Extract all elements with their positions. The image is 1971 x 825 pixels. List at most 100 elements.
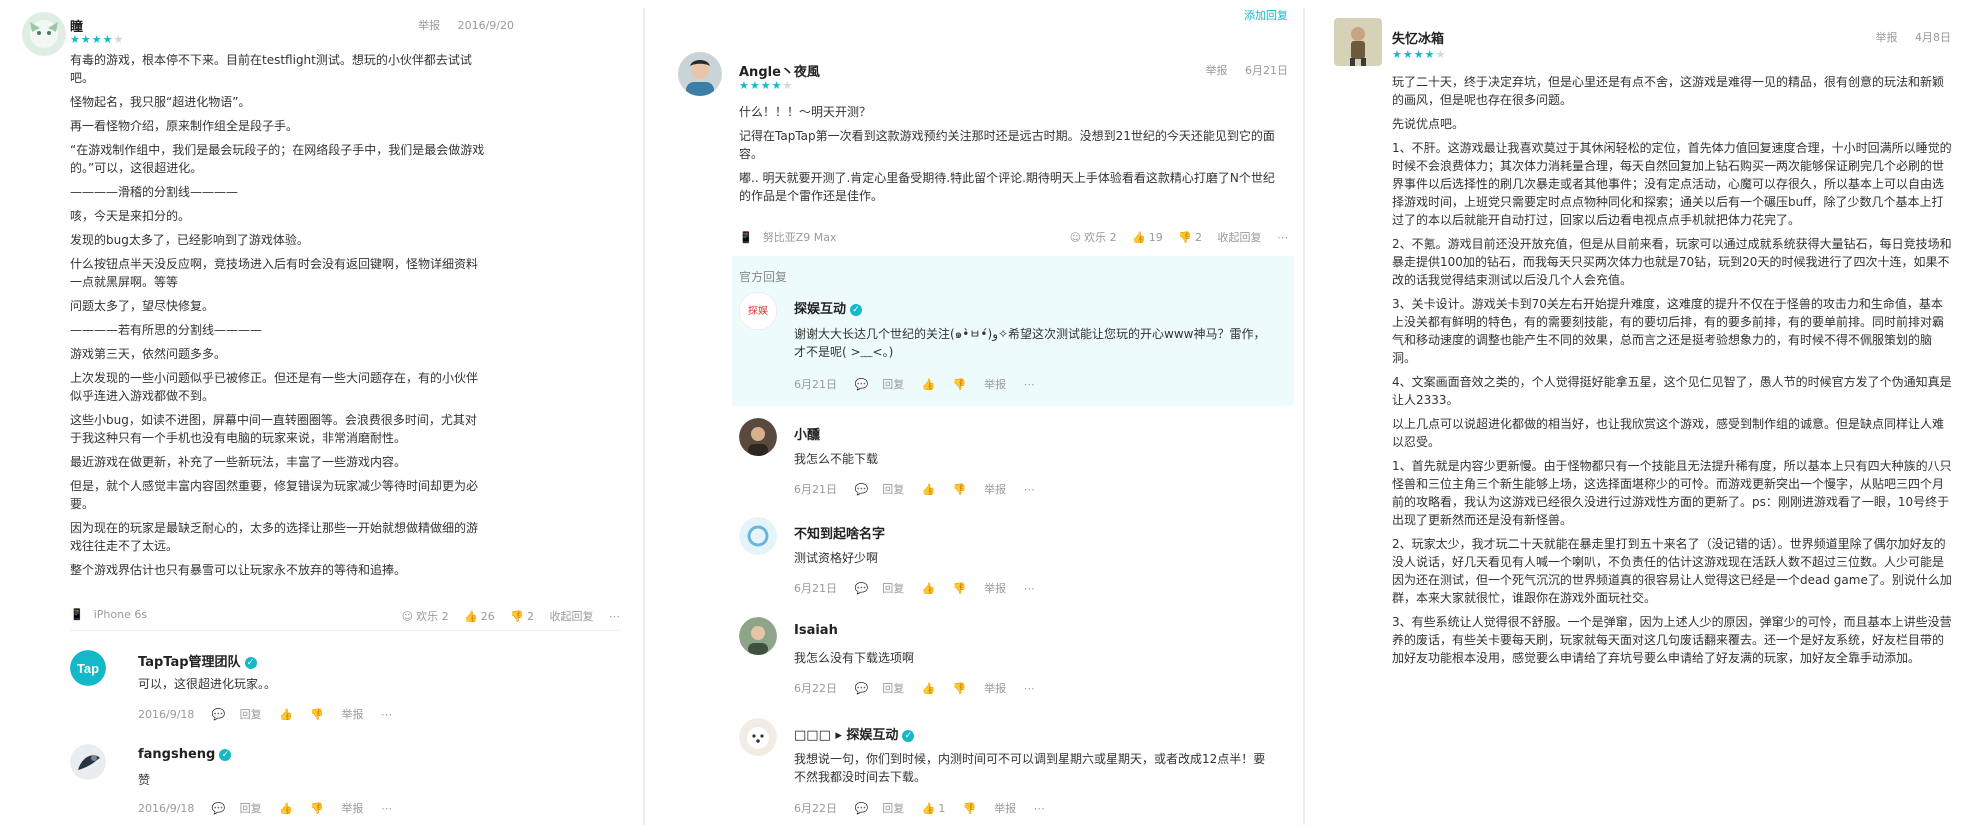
reply-button[interactable]: 💬 回复 (212, 802, 262, 815)
review-column-left: 瞳 ★★★★★ 举报 2016/9/20 有毒的游戏，根本停不下来。目前在tes… (0, 0, 640, 825)
more-icon[interactable]: ⋯ (1024, 582, 1035, 595)
reply-author[interactable]: 小醺 (794, 424, 820, 443)
thumb-down-icon[interactable]: 👎 (310, 708, 324, 721)
more-icon[interactable]: ⋯ (1024, 483, 1035, 496)
review-paragraph: 1、首先就是内容少更新慢。由于怪物都只有一个技能且无法提升稀有度，所以基本上只有… (1392, 459, 1952, 527)
thumb-up-icon[interactable]: 👍 (279, 708, 293, 721)
reply-text: 我想说一句，你们到时候，内测时间可不可以调到星期六或星期天，或者改成12点半！要… (794, 752, 1266, 784)
upvote-button[interactable]: 👍 1 (922, 802, 946, 815)
divider (70, 630, 620, 631)
avatar[interactable] (739, 718, 777, 756)
more-icon[interactable]: ⋯ (381, 708, 392, 721)
thumb-up-icon[interactable]: 👍 (279, 802, 293, 815)
reply-author[interactable]: fangsheng ✓ (138, 747, 232, 762)
smile-icon: ☺ (1069, 231, 1082, 244)
reply-author[interactable]: □□□ ▸ 探娱互动 ✓ (794, 724, 915, 743)
fun-button[interactable]: ☺ 欢乐 2 (402, 610, 449, 623)
reply-button[interactable]: 💬 回复 (855, 682, 905, 695)
reply-footer: 2016/9/18 💬 回复 👍 👎 举报 ⋯ (138, 706, 406, 722)
more-icon[interactable]: ⋯ (1277, 231, 1288, 244)
review-body: 玩了二十天，终于决定弃坑，但是心里还是有点不舍，这游戏是难得一见的精品，很有创意… (1392, 73, 1952, 673)
avatar[interactable] (678, 52, 722, 96)
reply-bubble-icon: 💬 (211, 708, 226, 721)
review-author[interactable]: 失忆冰箱 (1392, 28, 1444, 47)
reply-date: 6月21日 (794, 483, 837, 496)
thumb-down-icon[interactable]: 👎 (963, 802, 977, 815)
rating-stars: ★★★★★ (70, 33, 125, 46)
report-link[interactable]: 举报 (1206, 64, 1228, 77)
report-link[interactable]: 举报 (984, 378, 1006, 391)
thumb-down-icon[interactable]: 👎 (310, 802, 324, 815)
review-paragraph: 最近游戏在做更新，补充了一些新玩法，丰富了一些游戏内容。 (70, 455, 407, 469)
reply-button[interactable]: 💬 回复 (855, 378, 905, 391)
report-link[interactable]: 举报 (984, 682, 1006, 695)
avatar[interactable] (739, 517, 777, 555)
review-paragraph: 再一看怪物介绍，原来制作组全是段子手。 (70, 119, 299, 133)
reply-button[interactable]: 💬 回复 (855, 582, 905, 595)
thumb-down-icon[interactable]: 👎 (953, 483, 967, 496)
reply-button[interactable]: 💬 回复 (855, 483, 905, 496)
avatar[interactable] (70, 744, 106, 780)
avatar[interactable] (739, 617, 777, 655)
reply-bubble-icon: 💬 (854, 378, 869, 391)
fun-button[interactable]: ☺ 欢乐 2 (1070, 231, 1117, 244)
report-link[interactable]: 举报 (984, 582, 1006, 595)
review-author[interactable]: Angle丶夜風 (739, 61, 820, 80)
reply-author[interactable]: TapTap管理团队 ✓ (138, 651, 257, 670)
downvote-button[interactable]: 👎 2 (510, 610, 534, 623)
more-icon[interactable]: ⋯ (609, 610, 620, 623)
avatar[interactable] (1334, 18, 1382, 66)
avatar[interactable]: 探娱 (739, 292, 777, 330)
thumb-down-icon[interactable]: 👎 (953, 378, 967, 391)
thumb-down-icon[interactable]: 👎 (953, 682, 967, 695)
reply-footer: 6月22日 💬 回复 👍 1 👎 举报 ⋯ (794, 800, 1059, 816)
upvote-button[interactable]: 👍 19 (1132, 231, 1163, 244)
downvote-button[interactable]: 👎 2 (1178, 231, 1202, 244)
reply-button[interactable]: 💬 回复 (855, 802, 905, 815)
review-date: 6月21日 (1245, 64, 1288, 77)
verified-icon: ✓ (902, 730, 915, 742)
reply-footer: 6月21日 💬 回复 👍 👎 举报 ⋯ (794, 376, 1049, 392)
thumb-up-icon[interactable]: 👍 (922, 483, 936, 496)
report-link[interactable]: 举报 (994, 802, 1016, 815)
device-info: 📱 努比亚Z9 Max (739, 229, 846, 245)
rating-stars: ★★★★★ (1392, 48, 1447, 61)
review-paragraph: 什么按钮点半天没反应啊，竞技场进入后有时会没有返回键啊，怪物详细资料一点就黑屏啊… (70, 257, 479, 289)
upvote-button[interactable]: 👍 26 (464, 610, 495, 623)
review-column-middle: 添加回复 Angle丶夜風 ★★★★★ 举报 6月21日 什么！！！～明天开测？… (648, 0, 1298, 825)
review-paragraph: 2、玩家太少，我才玩二十天就能在暴走里打到五十来名了（没记错的话）。世界频道里除… (1392, 537, 1952, 605)
thumb-up-icon[interactable]: 👍 (922, 682, 936, 695)
reply-author[interactable]: 探娱互动 ✓ (794, 298, 863, 317)
collapse-replies-link[interactable]: 收起回复 (550, 610, 594, 623)
reply-author[interactable]: Isaiah (794, 623, 838, 638)
column-divider (1303, 8, 1305, 825)
more-icon[interactable]: ⋯ (1024, 682, 1035, 695)
review-paragraph: 怪物起名，我只服“超进化物语”。 (70, 95, 251, 109)
review-paragraph: 3、有些系统让人觉得很不舒服。一个是弹窜，因为上述人少的原因，弹窜少的可怜，而且… (1392, 615, 1952, 665)
report-link[interactable]: 举报 (342, 802, 364, 815)
report-link[interactable]: 举报 (418, 19, 440, 32)
more-icon[interactable]: ⋯ (381, 802, 392, 815)
reply-button[interactable]: 💬 回复 (212, 708, 262, 721)
avatar[interactable] (22, 12, 66, 56)
more-icon[interactable]: ⋯ (1024, 378, 1035, 391)
reply-date: 6月21日 (794, 582, 837, 595)
review-body: 有毒的游戏，根本停不下来。目前在testflight测试。想玩的小伙伴都去试试吧… (70, 51, 488, 585)
verified-icon: ✓ (219, 749, 232, 761)
thumb-up-icon[interactable]: 👍 (922, 582, 936, 595)
report-link[interactable]: 举报 (1876, 31, 1898, 44)
reply-author[interactable]: 不知到起啥名字 (794, 523, 885, 542)
avatar[interactable]: Tap (70, 650, 106, 686)
phone-icon: 📱 (70, 608, 84, 621)
thumb-up-icon[interactable]: 👍 (922, 378, 936, 391)
report-link[interactable]: 举报 (342, 708, 364, 721)
avatar[interactable] (739, 418, 777, 456)
collapse-replies-link[interactable]: 收起回复 (1218, 231, 1262, 244)
thumb-down-icon[interactable]: 👎 (953, 582, 967, 595)
add-reply-link[interactable]: 添加回复 (1244, 7, 1288, 23)
review-date: 2016/9/20 (457, 19, 514, 32)
more-icon[interactable]: ⋯ (1034, 802, 1045, 815)
reply-date: 6月22日 (794, 682, 837, 695)
report-link[interactable]: 举报 (984, 483, 1006, 496)
review-paragraph: 游戏第三天，依然问题多多。 (70, 347, 227, 361)
